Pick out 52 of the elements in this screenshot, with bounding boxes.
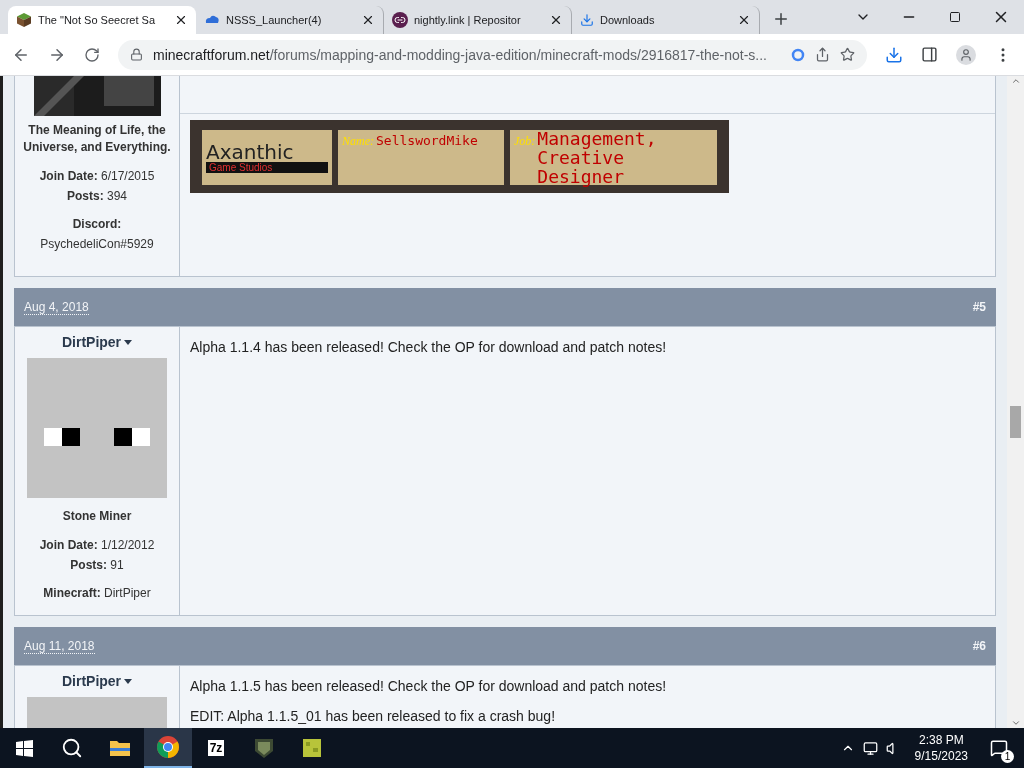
side-panel-icon[interactable] xyxy=(921,46,938,63)
cube-icon xyxy=(301,737,323,759)
user-title: Stone Miner xyxy=(62,508,132,525)
new-tab-icon[interactable] xyxy=(772,10,790,28)
caret-icon[interactable] xyxy=(124,339,133,345)
cloud-icon xyxy=(204,14,220,26)
seven-zip-logo: 7z xyxy=(207,740,225,756)
post-text: Alpha 1.1.5 has been released! Check the OP for download and patch notes! xyxy=(190,678,668,694)
share-icon[interactable] xyxy=(815,47,830,62)
restore-icon[interactable] xyxy=(949,11,961,23)
user-stat: Join Date: 1/12/2012 xyxy=(39,537,155,554)
browser-tab[interactable]: The "Not So Seecret Sa xyxy=(8,6,196,34)
windows-start-icon[interactable] xyxy=(15,739,33,757)
chrome-icon xyxy=(156,735,180,759)
clock[interactable]: 2:38 PM 9/15/2023 xyxy=(908,732,974,764)
bookmark-star-icon[interactable] xyxy=(840,47,855,62)
close-icon[interactable] xyxy=(737,13,751,27)
profile-icon[interactable] xyxy=(956,44,976,65)
download-icon xyxy=(580,13,594,27)
user-stat: Posts: 394 xyxy=(66,188,128,205)
signature-name: Name:SellswordMike xyxy=(342,134,479,149)
grass-block-icon xyxy=(16,12,32,28)
logo-text: Axanthic xyxy=(206,142,295,162)
signature-job: Job:Management, Creative Designer xyxy=(514,130,658,187)
username-link[interactable]: DirtPiper xyxy=(61,334,133,350)
scrollbar[interactable] xyxy=(1007,76,1024,728)
link-icon xyxy=(392,12,408,28)
user-title: The Meaning of Life, the Universe, and Everything. xyxy=(23,122,171,156)
post-text: EDIT: Alpha 1.1.5_01 has been released to fix a crash bug! xyxy=(190,708,557,724)
notification-count: 1 xyxy=(1001,750,1014,763)
user-stat: Minecraft: DirtPiper xyxy=(43,585,151,602)
user-stat: Discord: PsychedeliCon#5929 xyxy=(39,216,155,253)
close-icon[interactable] xyxy=(174,13,188,27)
close-icon[interactable] xyxy=(549,13,563,27)
download-icon[interactable] xyxy=(885,45,903,64)
lock-icon xyxy=(130,48,143,61)
address-bar[interactable]: minecraftforum.net/forums/mapping-and-modding-java-edition/minecraft-mods/2916817-the-not-s... xyxy=(118,39,867,70)
user-stat: Join Date: 6/17/2015 xyxy=(39,168,155,185)
scroll-up-icon[interactable] xyxy=(1010,76,1021,86)
scroll-down-icon[interactable] xyxy=(1010,718,1021,728)
search-icon[interactable] xyxy=(61,737,83,759)
logo-subtitle: Game Studios xyxy=(206,162,328,173)
folder-icon xyxy=(109,739,131,757)
caret-icon[interactable] xyxy=(124,678,133,684)
network-icon[interactable] xyxy=(862,740,878,756)
post-text: Alpha 1.1.4 has been released! Check the OP for download and patch notes! xyxy=(190,339,668,355)
reload-icon[interactable] xyxy=(84,46,100,63)
username-link[interactable]: DirtPiper xyxy=(61,673,133,689)
close-icon[interactable] xyxy=(361,13,375,27)
scrollbar-thumb[interactable] xyxy=(1010,406,1021,438)
shield-icon xyxy=(252,736,276,760)
user-stat: Posts: 91 xyxy=(70,557,124,574)
